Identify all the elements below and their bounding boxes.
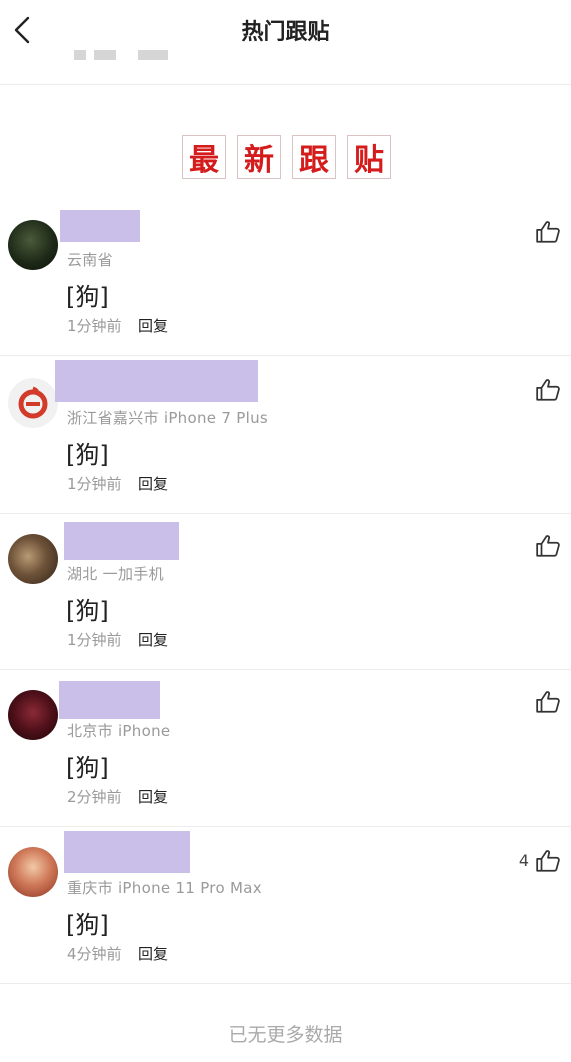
reply-button[interactable]: 回复	[138, 473, 168, 494]
comment-meta: 浙江省嘉兴市 iPhone 7 Plus	[67, 409, 269, 427]
comment-item: 云南省 [狗] 1分钟前 回复	[0, 198, 571, 356]
comment-meta: 重庆市 iPhone 11 Pro Max	[67, 879, 262, 897]
comment-meta: 北京市 iPhone	[67, 722, 171, 740]
no-more-data-text: 已无更多数据	[228, 1024, 343, 1046]
username-redacted[interactable]	[64, 522, 179, 560]
avatar[interactable]	[8, 378, 58, 428]
avatar[interactable]	[8, 220, 58, 270]
divider	[0, 983, 571, 984]
comment-text: [狗]	[66, 283, 109, 311]
reply-button[interactable]: 回复	[138, 315, 168, 336]
thumbs-up-icon[interactable]	[535, 220, 561, 244]
like-count: 4	[518, 851, 529, 870]
comment-item: 湖北 一加手机 [狗] 1分钟前 回复	[0, 514, 571, 670]
divider	[0, 84, 571, 85]
section-title-char: 新	[237, 135, 281, 179]
thumbs-up-icon[interactable]	[535, 534, 561, 558]
comment-text: [狗]	[66, 597, 109, 625]
reply-button[interactable]: 回复	[138, 943, 168, 964]
comment-time: 1分钟前	[67, 475, 122, 493]
avatar[interactable]	[8, 847, 58, 897]
thumbs-up-icon[interactable]	[535, 378, 561, 402]
comment-time: 2分钟前	[67, 788, 122, 806]
reply-button[interactable]: 回复	[138, 786, 168, 807]
section-title-char: 最	[182, 135, 226, 179]
section-title-char: 贴	[347, 135, 391, 179]
comment-time: 4分钟前	[67, 945, 122, 963]
comment-item: 浙江省嘉兴市 iPhone 7 Plus [狗] 1分钟前 回复	[0, 356, 571, 514]
avatar[interactable]	[8, 690, 58, 740]
comment-text: [狗]	[66, 754, 109, 782]
comment-text: [狗]	[66, 911, 109, 939]
comment-item: 北京市 iPhone [狗] 2分钟前 回复	[0, 670, 571, 827]
username-redacted[interactable]	[59, 681, 160, 719]
comment-meta: 云南省	[67, 251, 113, 269]
section-title-latest: 最 新 跟 贴	[182, 135, 391, 179]
comment-time: 1分钟前	[67, 631, 122, 649]
comment-item: 重庆市 iPhone 11 Pro Max [狗] 4分钟前 回复 4	[0, 827, 571, 984]
avatar[interactable]	[8, 534, 58, 584]
username-redacted[interactable]	[64, 831, 190, 873]
reply-button[interactable]: 回复	[138, 629, 168, 650]
previous-item-remnant	[70, 44, 180, 60]
comment-text: [狗]	[66, 441, 109, 469]
app-logo-icon	[18, 386, 48, 419]
page-title: 热门跟贴	[241, 20, 330, 45]
username-redacted[interactable]	[55, 360, 258, 402]
thumbs-up-icon[interactable]	[535, 690, 561, 714]
section-title-char: 跟	[292, 135, 336, 179]
username-redacted[interactable]	[60, 210, 140, 242]
thumbs-up-icon[interactable]	[535, 849, 561, 873]
comment-meta: 湖北 一加手机	[67, 565, 164, 583]
comment-time: 1分钟前	[67, 317, 122, 335]
